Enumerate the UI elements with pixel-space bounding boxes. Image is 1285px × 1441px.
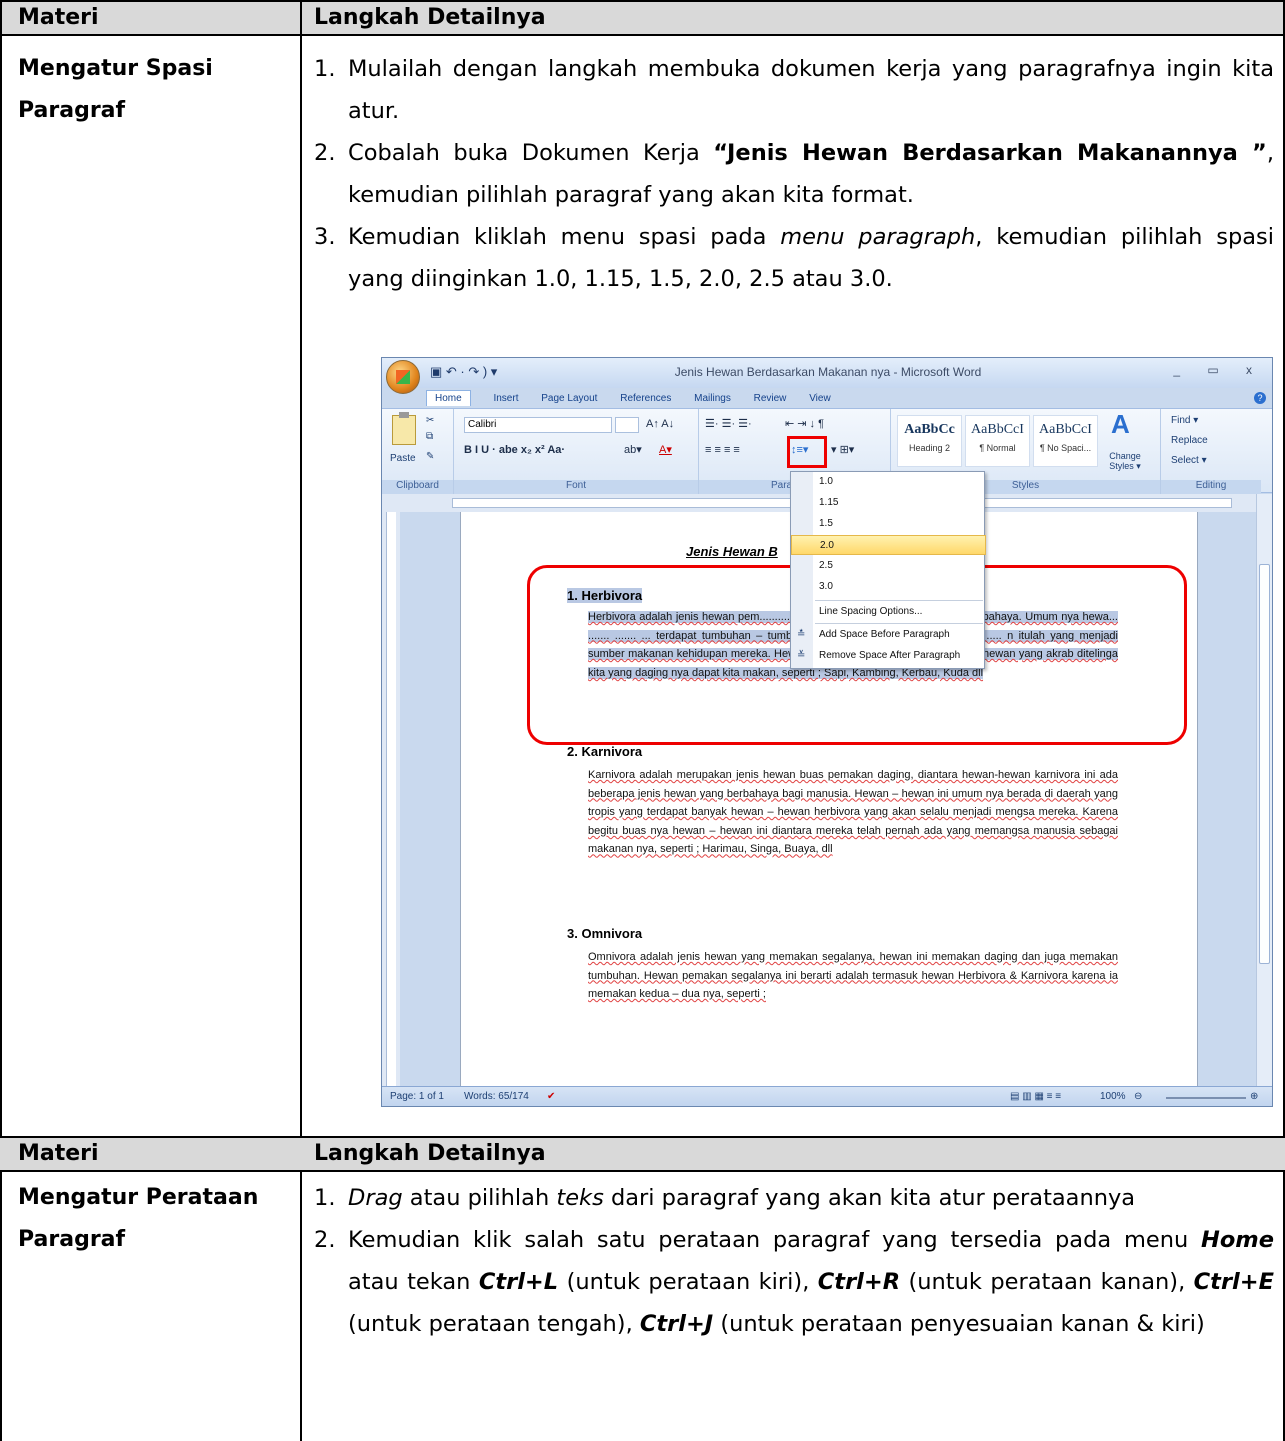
copy-icon[interactable]: ⧉: [426, 431, 433, 442]
word-titlebar: ▣ ↶ · ↷ ) ▾ Jenis Hewan Berdasarkan Maka…: [382, 358, 1272, 394]
font-tools[interactable]: B I U · abe x₂ x² Aa·: [464, 441, 565, 459]
group-editing: Find ▾ Replace Select ▾ Editing: [1161, 409, 1261, 494]
bullets-icon[interactable]: ☰· ☰· ☰·: [705, 415, 752, 433]
vertical-ruler: [382, 512, 400, 1086]
topic-spasi: Mengatur Spasi Paragraf: [18, 56, 213, 123]
grow-font-icon[interactable]: A↑ A↓: [646, 415, 674, 433]
table-header-1: Materi Langkah Detailnya: [0, 0, 1285, 36]
change-styles-icon[interactable]: A: [1111, 411, 1130, 437]
spacing-option-1-5[interactable]: 1.5: [791, 514, 986, 534]
step-1: 1. Mulailah dengan langkah membuka dokum…: [314, 56, 1274, 124]
zoom-level[interactable]: 100%: [1100, 1091, 1126, 1102]
spacing-option-1-0[interactable]: 1.0: [791, 472, 986, 492]
header-materi-2: Materi: [18, 1141, 99, 1166]
indent-icon[interactable]: ⇤ ⇥ ↓ ¶: [785, 415, 824, 433]
spacing-option-2-0[interactable]: 2.0: [791, 535, 986, 555]
proofing-icon[interactable]: ✔: [547, 1091, 555, 1102]
spacing-option-1-15[interactable]: 1.15: [791, 493, 986, 513]
font-color-icon[interactable]: A▾: [659, 441, 672, 459]
view-buttons[interactable]: ▤ ▥ ▦ ≡ ≡: [1010, 1091, 1061, 1102]
zoom-in-icon[interactable]: ⊕: [1250, 1091, 1258, 1102]
group-clipboard: Paste ✂ ⧉ ✎ Clipboard: [382, 409, 454, 494]
tab-insert[interactable]: Insert: [493, 393, 518, 404]
vertical-scrollbar[interactable]: [1256, 494, 1272, 1086]
header-langkah-2: Langkah Detailnya: [314, 1141, 546, 1166]
change-styles-label[interactable]: Change Styles ▾: [1105, 451, 1145, 472]
step-3: 3. Kemudian kliklah menu spasi pada menu…: [314, 224, 1274, 292]
scroll-thumb[interactable]: [1259, 564, 1270, 964]
find-button[interactable]: Find ▾: [1171, 415, 1198, 426]
group-label-editing: Editing: [1161, 480, 1261, 494]
style-no-spacing[interactable]: AaBbCcI ¶ No Spaci...: [1033, 415, 1098, 467]
zoom-out-icon[interactable]: ⊖: [1134, 1091, 1142, 1102]
spacing-option-2-5[interactable]: 2.5: [791, 556, 986, 576]
group-label-font: Font: [454, 480, 698, 494]
topic-perataan: Mengatur Perataan Paragraf: [18, 1185, 259, 1252]
section-omnivora-head: 3. Omnivora: [567, 926, 643, 941]
align-icons[interactable]: ≡ ≡ ≡ ≡: [705, 441, 740, 459]
group-label-clipboard: Clipboard: [382, 480, 453, 494]
paste-icon[interactable]: [392, 412, 416, 445]
tab-mailings[interactable]: Mailings: [694, 393, 731, 404]
doc-title: Jenis Hewan B: [686, 544, 778, 559]
remove-space-after[interactable]: Remove Space After Paragraph: [791, 646, 986, 666]
group-font: Calibri A↑ A↓ B I U · abe x₂ x² Aa· ab▾ …: [454, 409, 699, 494]
status-words[interactable]: Words: 65/174: [464, 1091, 529, 1102]
shading-icon[interactable]: ▾ ⊞▾: [831, 441, 854, 459]
highlight-icon[interactable]: ab▾: [624, 441, 642, 459]
step-perataan-1: 1. Drag atau pilihlah teks dari paragraf…: [314, 1185, 1136, 1211]
line-spacing-options[interactable]: Line Spacing Options...: [791, 602, 986, 622]
status-bar: Page: 1 of 1 Words: 65/174 ✔ ▤ ▥ ▦ ≡ ≡ 1…: [382, 1086, 1272, 1106]
highlight-line-spacing-box: [787, 436, 827, 468]
tab-page-layout[interactable]: Page Layout: [541, 393, 597, 404]
section-karnivora-body: Karnivora adalah merupakan jenis hewan b…: [588, 769, 1118, 856]
zoom-slider[interactable]: [1166, 1097, 1246, 1099]
document-table: Materi Langkah Detailnya Mengatur Spasi …: [0, 0, 1285, 1441]
steps-spasi: 1. Mulailah dengan langkah membuka dokum…: [314, 48, 1274, 300]
font-size-box[interactable]: [615, 417, 639, 433]
replace-button[interactable]: Replace: [1171, 435, 1208, 446]
font-name-box[interactable]: Calibri: [464, 417, 612, 433]
section-karnivora-head: 2. Karnivora: [567, 744, 643, 759]
table-header-2: Materi Langkah Detailnya: [0, 1136, 1285, 1172]
section-omnivora-body: Omnivora adalah jenis hewan yang memakan…: [588, 951, 1118, 1001]
steps-perataan: 1. Drag atau pilihlah teks dari paragraf…: [314, 1177, 1274, 1345]
format-painter-icon[interactable]: ✎: [426, 451, 434, 462]
tab-review[interactable]: Review: [754, 393, 787, 404]
add-space-before[interactable]: Add Space Before Paragraph: [791, 625, 986, 645]
select-button[interactable]: Select ▾: [1171, 455, 1207, 466]
tab-references[interactable]: References: [620, 393, 671, 404]
column-divider: [300, 0, 302, 1441]
window-buttons[interactable]: _ ▭ x: [1173, 363, 1264, 377]
paste-label[interactable]: Paste: [390, 453, 416, 464]
step-perataan-2: 2. Kemudian klik salah satu perataan par…: [314, 1227, 1274, 1337]
status-page[interactable]: Page: 1 of 1: [390, 1091, 444, 1102]
header-materi: Materi: [18, 5, 99, 30]
style-normal[interactable]: AaBbCcI ¶ Normal: [965, 415, 1030, 467]
help-icon[interactable]: ?: [1254, 392, 1266, 404]
word-screenshot: ▣ ↶ · ↷ ) ▾ Jenis Hewan Berdasarkan Maka…: [381, 357, 1273, 1107]
window-title: Jenis Hewan Berdasarkan Makanan nya - Mi…: [674, 365, 982, 379]
step-2: 2. Cobalah buka Dokumen Kerja “Jenis Hew…: [314, 140, 1274, 208]
cut-icon[interactable]: ✂: [426, 415, 434, 426]
tab-home[interactable]: Home: [426, 390, 471, 406]
header-langkah: Langkah Detailnya: [314, 5, 546, 30]
ribbon-tabs: Home Insert Page Layout References Maili…: [426, 390, 851, 408]
office-button-icon[interactable]: [386, 360, 420, 394]
spacing-option-3-0[interactable]: 3.0: [791, 577, 986, 597]
border-left: [0, 0, 2, 1441]
tab-view[interactable]: View: [809, 393, 831, 404]
line-spacing-dropdown: 1.0 1.15 1.5 2.0 2.5 3.0 Line Spacing Op…: [790, 471, 986, 669]
style-heading2[interactable]: AaBbCc Heading 2: [897, 415, 962, 467]
